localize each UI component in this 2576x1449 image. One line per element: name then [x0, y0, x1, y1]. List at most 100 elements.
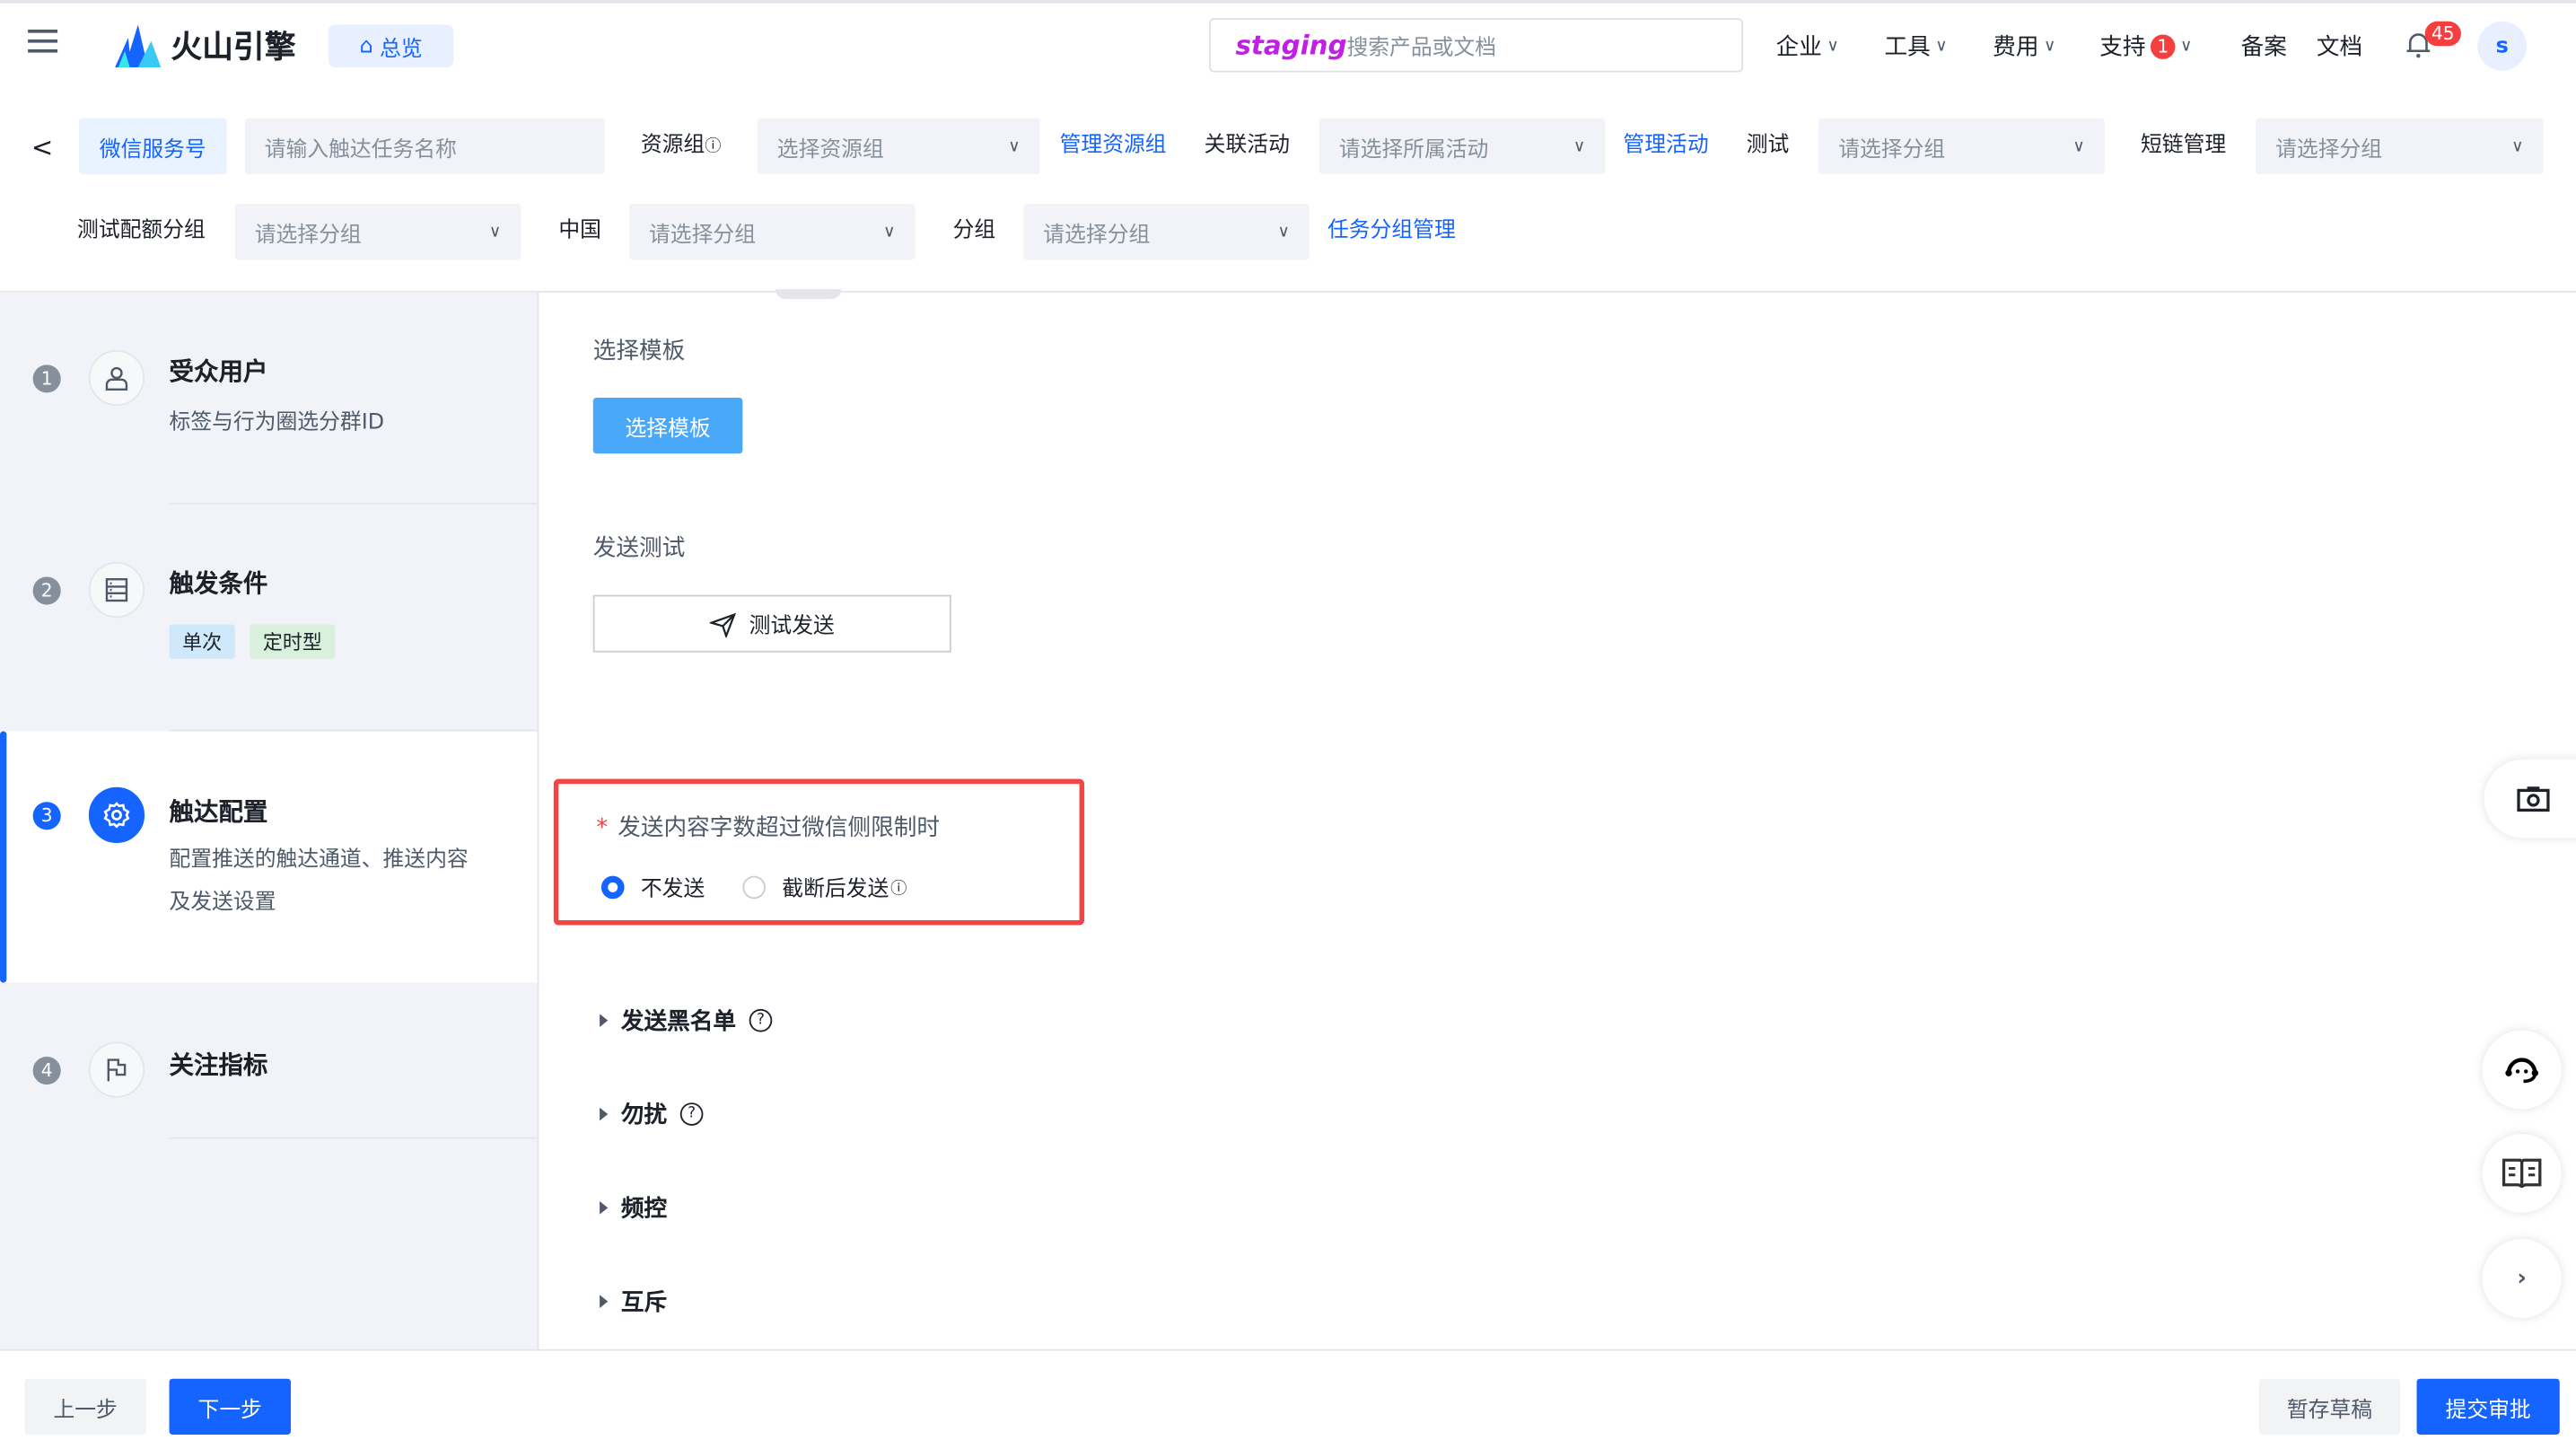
quota-group-label: 测试配额分组: [77, 218, 206, 243]
activity-select[interactable]: 请选择所属活动 ∨: [1319, 118, 1606, 175]
step-desc: 及发送设置: [169, 891, 276, 916]
resource-group-label: 资源组ⓘ: [641, 119, 722, 176]
nav-label: 文档: [2316, 34, 2363, 61]
section-do-not-disturb[interactable]: 勿扰?: [600, 1098, 704, 1131]
overview-button[interactable]: ⌂ 总览: [329, 24, 454, 68]
customer-service-button[interactable]: [2482, 1030, 2562, 1110]
nav-docs[interactable]: 文档: [2317, 30, 2362, 63]
help-icon[interactable]: ?: [749, 1008, 773, 1032]
resource-group-select[interactable]: 选择资源组 ∨: [757, 118, 1040, 175]
nav-billing[interactable]: 费用 ∨: [1993, 30, 2055, 63]
section-title: 频控: [620, 1196, 668, 1223]
step-audience[interactable]: 1 受众用户 标签与行为圈选分群ID: [0, 337, 538, 501]
select-placeholder: 请选择所属活动: [1338, 136, 1489, 162]
expand-button[interactable]: ›: [2482, 1239, 2562, 1318]
nav-tools[interactable]: 工具 ∨: [1884, 30, 1947, 63]
step-separator: [169, 503, 538, 505]
section-mutual-exclusion[interactable]: 互斥: [600, 1285, 667, 1318]
help-icon[interactable]: ?: [679, 1102, 704, 1126]
group-label: 分组: [952, 218, 996, 243]
section-frequency-control[interactable]: 频控: [600, 1191, 667, 1225]
menu-icon[interactable]: [28, 29, 58, 53]
radio-label: 截断后发送: [782, 877, 889, 902]
back-icon[interactable]: <: [31, 131, 54, 162]
logo-text: 火山引擎: [171, 29, 296, 66]
step-desc: 配置推送的触达通道、推送内容: [169, 847, 469, 873]
nav-enterprise[interactable]: 企业 ∨: [1776, 30, 1839, 63]
nav-support[interactable]: 支持 1 ∨: [2099, 30, 2192, 63]
step-trigger[interactable]: 2 触发条件 单次 定时型: [0, 549, 538, 713]
docs-button[interactable]: [2482, 1133, 2562, 1213]
headset-icon: [2505, 1058, 2538, 1084]
caret-right-icon: [600, 1295, 609, 1308]
step-delivery-config[interactable]: 3 触达配置 配置推送的触达通道、推送内容 及发送设置: [0, 774, 538, 954]
chevron-down-icon: ∨: [2179, 37, 2193, 56]
search-input[interactable]: staging 搜索产品或文档: [1209, 18, 1744, 73]
collapse-handle[interactable]: [775, 289, 842, 300]
group-select[interactable]: 请选择分组 ∨: [1023, 203, 1310, 260]
caret-right-icon: [600, 1014, 609, 1027]
top-border: [0, 0, 2576, 4]
step-metrics[interactable]: 4 关注指标: [0, 1029, 538, 1128]
select-placeholder: 选择资源组: [776, 136, 884, 162]
step-separator: [169, 1137, 538, 1139]
info-icon: ⓘ: [890, 881, 907, 900]
nav-label: 支持: [2099, 34, 2146, 61]
nav-label: 备案: [2240, 34, 2287, 61]
book-icon: [2502, 1158, 2542, 1189]
select-placeholder: 请选择分组: [649, 223, 757, 248]
notification-button[interactable]: 45: [2405, 21, 2461, 66]
radio-truncate-send[interactable]: 截断后发送 ⓘ: [742, 871, 907, 902]
step-number: 2: [32, 576, 61, 605]
overview-label: 总览: [380, 37, 423, 62]
radio-no-send[interactable]: 不发送: [600, 871, 705, 902]
search-placeholder: 搜索产品或文档: [1346, 36, 1497, 61]
select-template-button[interactable]: 选择模板: [592, 397, 743, 454]
screenshot-button[interactable]: [2484, 759, 2576, 839]
chevron-down-icon: ∨: [2072, 136, 2085, 155]
select-placeholder: 请选择分组: [2275, 136, 2383, 162]
support-badge: 1: [2150, 33, 2176, 58]
avatar[interactable]: s: [2477, 21, 2528, 71]
step-number: 3: [32, 802, 61, 830]
manage-activity-link[interactable]: 管理活动: [1623, 119, 1708, 174]
next-step-button[interactable]: 下一步: [169, 1378, 291, 1435]
section-title: 发送黑名单: [620, 1008, 737, 1036]
test-group-select[interactable]: 请选择分组 ∨: [1818, 118, 2105, 175]
submit-approval-button[interactable]: 提交审批: [2416, 1378, 2560, 1435]
section-blacklist[interactable]: 发送黑名单?: [600, 1004, 773, 1037]
test-send-button[interactable]: 测试发送: [592, 594, 951, 653]
chevron-down-icon: ∨: [1573, 136, 1586, 155]
template-section-label: 选择模板: [592, 338, 686, 365]
test-label: 测试: [1746, 133, 1790, 158]
quota-group-select[interactable]: 请选择分组 ∨: [234, 203, 521, 260]
manage-resource-group-link[interactable]: 管理资源组: [1060, 119, 1167, 174]
label-text: 发送内容字数超过微信侧限制时: [618, 814, 940, 842]
tab-wechat-service[interactable]: 微信服务号: [78, 118, 227, 175]
chevron-down-icon: ∨: [2511, 136, 2524, 155]
save-draft-button[interactable]: 暂存草稿: [2258, 1378, 2401, 1435]
nav-label: 工具: [1884, 34, 1931, 61]
logo[interactable]: 火山引擎: [115, 23, 296, 67]
limit-question-label: * 发送内容字数超过微信侧限制时: [596, 810, 940, 843]
tag-scheduled: 定时型: [250, 624, 336, 659]
prev-step-button[interactable]: 上一步: [24, 1378, 146, 1435]
radio-checked-icon: [600, 874, 625, 899]
chevron-down-icon: ∨: [1008, 136, 1021, 155]
select-placeholder: 请选择分组: [1043, 223, 1151, 248]
china-group-select[interactable]: 请选择分组 ∨: [629, 203, 916, 260]
shortlink-label: 短链管理: [2141, 133, 2227, 158]
select-placeholder: 请选择分组: [254, 223, 362, 248]
caret-right-icon: [600, 1107, 609, 1121]
camera-icon: [2517, 786, 2550, 812]
task-group-manage-link[interactable]: 任务分组管理: [1327, 204, 1456, 259]
gear-icon: [88, 786, 145, 843]
staging-label: staging: [1235, 29, 1347, 61]
chevron-down-icon: ∨: [1827, 37, 1839, 56]
flag-icon: [88, 1041, 145, 1098]
china-label: 中国: [558, 218, 601, 243]
page: 火山引擎 ⌂ 总览 staging 搜索产品或文档 企业 ∨ 工具 ∨ 费用 ∨ 支持 1 ∨…: [0, 0, 2576, 1449]
nav-filing[interactable]: 备案: [2241, 30, 2287, 63]
shortlink-select[interactable]: 请选择分组 ∨: [2256, 118, 2544, 175]
task-name-input[interactable]: 请输入触达任务名称: [244, 118, 605, 175]
